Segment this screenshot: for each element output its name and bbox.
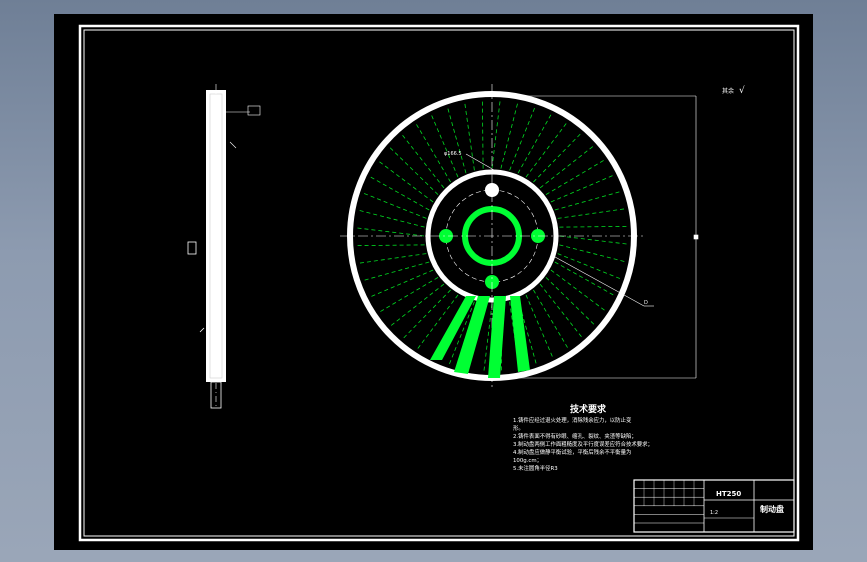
- tech-req-line: 100g.cm；: [513, 458, 542, 464]
- vent-rib-line: [550, 174, 614, 203]
- vent-rib-line: [554, 191, 621, 211]
- vent-rib-line: [525, 122, 568, 178]
- roughness-symbol: √: [739, 85, 745, 96]
- vent-rib-line: [491, 100, 501, 169]
- vent-rib-line: [464, 102, 475, 171]
- vent-rib-line: [517, 113, 552, 174]
- vent-rib-line: [369, 176, 430, 211]
- cad-drawing: 其余 √ φ166.5 D 技术要求 1.铸件应经过退火处理，消除残余应力，以防…: [78, 24, 800, 542]
- tech-req-title: 技术要求: [570, 403, 607, 415]
- vent-rib-line: [509, 106, 536, 171]
- vent-rib-line: [358, 253, 427, 264]
- vent-rib-line: [559, 235, 628, 245]
- vent-rib-line: [378, 160, 434, 203]
- vent-rib-line: [358, 209, 425, 228]
- tech-req-line: 形。: [513, 424, 524, 432]
- side-view: [187, 84, 261, 409]
- diameter-note: D: [644, 300, 648, 306]
- section-strip: [488, 296, 506, 378]
- vent-rib-line: [356, 227, 425, 237]
- vent-rib-line: [500, 102, 519, 169]
- title-block-scale: 1:2: [710, 510, 718, 516]
- title-block-name: 制动盘: [760, 504, 784, 514]
- tech-req-line: 4.制动盘应做静平衡试验，平衡后残余不平衡量为: [513, 448, 631, 456]
- radius-note: φ166.5: [444, 151, 462, 157]
- vent-rib-line: [481, 100, 484, 169]
- vent-rib-line: [370, 269, 434, 298]
- drawing-sheet: 其余 √ φ166.5 D 技术要求 1.铸件应经过退火处理，消除残余应力，以防…: [54, 14, 813, 550]
- vent-rib-line: [545, 159, 605, 195]
- vent-rib-line: [447, 107, 467, 174]
- vent-rib-line: [559, 225, 628, 228]
- vent-rib-line: [363, 261, 430, 281]
- vent-rib-line: [525, 294, 554, 358]
- vent-rib-line: [557, 253, 622, 280]
- vent-rib-line: [557, 208, 626, 219]
- vent-rib-line: [379, 277, 439, 313]
- tech-req-line: 5.未注圆角半径R3: [513, 464, 558, 472]
- vent-rib-line: [362, 192, 427, 219]
- title-block-grid: [634, 480, 704, 524]
- vent-rib-line: [554, 261, 615, 296]
- vent-rib-line: [430, 114, 459, 178]
- tech-req-line: 1.铸件应经过退火处理，消除残余应力，以防止变: [513, 416, 632, 424]
- tech-req-line: 3.制动盘两侧工作面粗糙度及平行度误差应符合技术要求；: [513, 440, 653, 448]
- vent-rib-line: [550, 269, 606, 312]
- roughness-note: 其余: [722, 87, 734, 95]
- vent-rib-line: [533, 289, 569, 349]
- tech-req-line: 2.铸件表面不得有砂眼、缩孔、裂纹、夹渣等缺陷；: [513, 432, 637, 440]
- tech-requirements: 技术要求 1.铸件应经过退火处理，消除残余应力，以防止变 形。 2.铸件表面不得…: [513, 403, 653, 472]
- vent-rib-line: [356, 244, 425, 247]
- title-block-material: HT250: [716, 490, 741, 498]
- front-view: [340, 84, 644, 388]
- vent-rib-line: [559, 244, 626, 263]
- section-strip: [510, 296, 530, 372]
